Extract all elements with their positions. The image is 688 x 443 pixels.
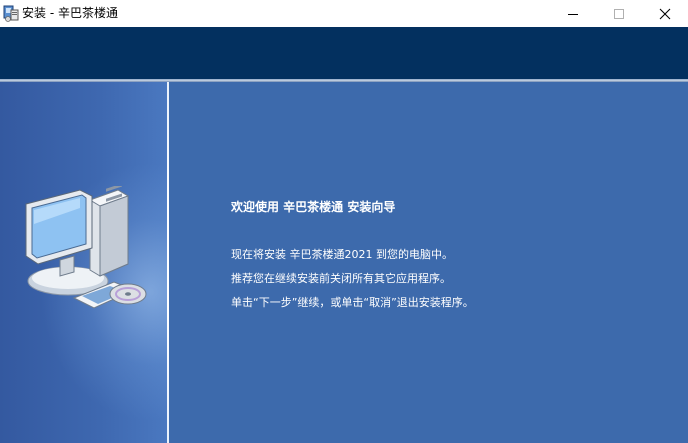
wizard-header (0, 27, 688, 79)
welcome-line-install: 现在将安装 辛巴茶楼通2021 到您的电脑中。 (231, 248, 453, 261)
installer-window: 安装 - 辛巴茶楼通 欢迎使用 辛巴茶楼通 安装向导 现在将安装 辛巴茶楼通20… (0, 0, 688, 443)
maximize-icon (614, 9, 624, 19)
close-button[interactable] (642, 0, 688, 27)
welcome-line-instructions: 单击“下一步”继续，或单击“取消”退出安装程序。 (231, 296, 474, 309)
welcome-line-close-apps: 推荐您在继续安装前关闭所有其它应用程序。 (231, 272, 451, 285)
minimize-icon (568, 14, 578, 15)
close-icon (659, 8, 671, 20)
title-bar[interactable]: 安装 - 辛巴茶楼通 (0, 0, 688, 27)
window-title: 安装 - 辛巴茶楼通 (22, 6, 118, 20)
minimize-button[interactable] (550, 0, 596, 27)
welcome-heading: 欢迎使用 辛巴茶楼通 安装向导 (231, 200, 396, 214)
computer-cd-illustration (25, 186, 147, 309)
maximize-button[interactable] (596, 0, 642, 27)
installer-icon (3, 5, 19, 22)
